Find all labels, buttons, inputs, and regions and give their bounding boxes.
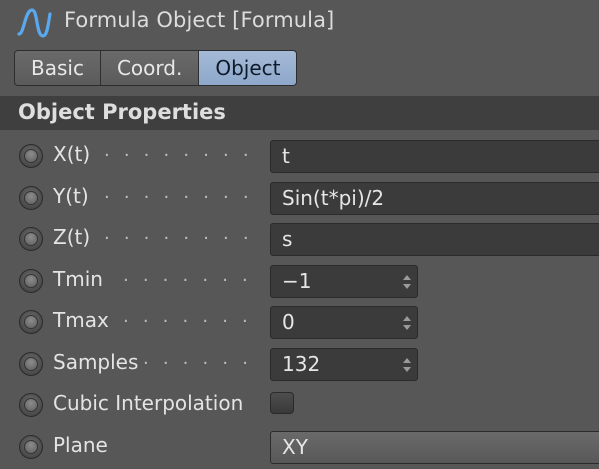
tab-bar: Basic Coord. Object bbox=[14, 50, 297, 86]
animate-radio-icon[interactable] bbox=[19, 186, 43, 210]
label-dots: . . . . . . . . . . . . . . . . . bbox=[104, 140, 259, 161]
xt-input[interactable]: t bbox=[270, 140, 599, 173]
tmin-stepper[interactable]: −1 bbox=[270, 265, 418, 298]
xt-value: t bbox=[282, 144, 290, 168]
yt-value: Sin(t*pi)/2 bbox=[282, 186, 384, 210]
spinner-arrows-icon[interactable] bbox=[402, 314, 412, 332]
spinner-arrows-icon[interactable] bbox=[402, 356, 412, 374]
tab-object[interactable]: Object bbox=[199, 51, 296, 85]
tmax-stepper[interactable]: 0 bbox=[270, 306, 418, 339]
formula-sine-icon bbox=[16, 6, 52, 40]
samples-stepper[interactable]: 132 bbox=[270, 348, 418, 381]
window-title: Formula Object [Formula] bbox=[64, 8, 334, 32]
animate-radio-icon[interactable] bbox=[19, 310, 43, 334]
tab-coord[interactable]: Coord. bbox=[101, 51, 199, 85]
property-label-samples: Samples bbox=[53, 350, 138, 374]
tmin-value: −1 bbox=[282, 269, 311, 293]
plane-select[interactable]: XY bbox=[270, 431, 599, 464]
property-label-zt: Z(t) bbox=[53, 225, 90, 249]
animate-radio-icon[interactable] bbox=[19, 269, 43, 293]
property-label-plane: Plane bbox=[53, 433, 108, 457]
animate-radio-icon[interactable] bbox=[19, 352, 43, 376]
spinner-arrows-icon[interactable] bbox=[402, 273, 412, 291]
section-header[interactable]: Object Properties bbox=[0, 96, 599, 130]
property-row-yt: Y(t) . . . . . . . . . . . . . . . . . S… bbox=[0, 179, 599, 221]
label-dots: . . . . . . . . . . . . . . . bbox=[123, 265, 259, 286]
section-title: Object Properties bbox=[18, 100, 226, 124]
label-dots: . . . . . . . . . . . . . . . . . bbox=[104, 223, 259, 244]
animate-radio-icon[interactable] bbox=[19, 393, 43, 417]
yt-input[interactable]: Sin(t*pi)/2 bbox=[270, 182, 599, 215]
property-label-cubic: Cubic Interpolation bbox=[53, 391, 243, 415]
title-bar: Formula Object [Formula] bbox=[0, 0, 599, 48]
tab-basic[interactable]: Basic bbox=[15, 51, 101, 85]
property-row-xt: X(t) . . . . . . . . . . . . . . . . . t bbox=[0, 137, 599, 179]
animate-radio-icon[interactable] bbox=[19, 144, 43, 168]
animate-radio-icon[interactable] bbox=[19, 227, 43, 251]
property-row-zt: Z(t) . . . . . . . . . . . . . . . . . s bbox=[0, 220, 599, 262]
property-label-tmax: Tmax bbox=[53, 308, 109, 332]
animate-radio-icon[interactable] bbox=[19, 435, 43, 459]
zt-input[interactable]: s bbox=[270, 223, 599, 256]
cubic-interpolation-checkbox[interactable] bbox=[270, 392, 294, 414]
plane-value: XY bbox=[282, 435, 308, 459]
property-row-cubic: Cubic Interpolation bbox=[0, 386, 599, 428]
property-row-tmax: Tmax . . . . . . . . . . . . . . . 0 bbox=[0, 303, 599, 345]
label-dots: . . . . . . . . . . . bbox=[143, 348, 259, 369]
properties-list: X(t) . . . . . . . . . . . . . . . . . t… bbox=[0, 137, 599, 469]
property-label-xt: X(t) bbox=[53, 142, 90, 166]
tmax-value: 0 bbox=[282, 310, 295, 334]
samples-value: 132 bbox=[282, 352, 320, 376]
property-row-tmin: Tmin . . . . . . . . . . . . . . . −1 bbox=[0, 262, 599, 304]
zt-value: s bbox=[282, 227, 292, 251]
label-dots: . . . . . . . . . . . . . . . bbox=[123, 306, 259, 327]
property-label-yt: Y(t) bbox=[53, 184, 89, 208]
property-row-samples: Samples . . . . . . . . . . . 132 bbox=[0, 345, 599, 387]
label-dots: . . . . . . . . . . . . . . . . . bbox=[104, 182, 259, 203]
property-label-tmin: Tmin bbox=[53, 267, 103, 291]
property-row-plane: Plane XY bbox=[0, 428, 599, 469]
